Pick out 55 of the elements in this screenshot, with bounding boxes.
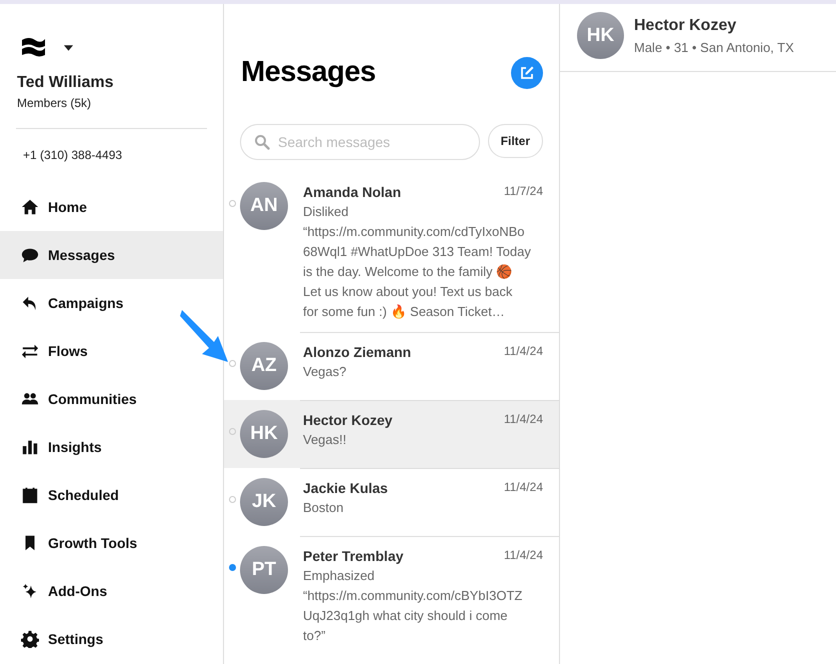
nav-item[interactable]: Settings <box>0 615 223 663</box>
message-preview: Vegas!! <box>303 431 348 449</box>
message-preview: Disliked “https://m.community.com/cdTyIxoNBo68Wql1 #WhatUpDoe 313 Team! Today is the day. Welcome to the family 🏀 Let us know about you! Text us back for some fun :) 🔥 Season Ticket… <box>303 203 532 321</box>
contact-name: Alonzo Ziemann <box>303 344 412 360</box>
contact-name: Hector Kozey <box>634 16 738 34</box>
search-field[interactable]: Search messages <box>240 124 480 160</box>
message-date: 11/4/24 <box>504 480 543 496</box>
edit-icon <box>519 64 535 80</box>
nav-item[interactable]: Flows <box>0 327 223 375</box>
avatar: HK <box>240 410 288 458</box>
message-date: 11/4/24 <box>504 344 543 360</box>
compose-button[interactable] <box>511 56 543 88</box>
avatar: HK <box>577 12 624 59</box>
caret-icon[interactable] <box>63 44 74 52</box>
swap-arrows-icon <box>21 342 39 360</box>
conversation-item[interactable]: JK Jackie Kulas 11/4/24 Boston <box>224 468 559 536</box>
pointer-arrow-icon <box>180 308 230 364</box>
message-date: 11/4/24 <box>504 548 543 564</box>
page-title: Messages <box>241 56 376 89</box>
contact-name: Amanda Nolan <box>303 184 402 200</box>
nav-item[interactable]: Growth Tools <box>0 519 223 567</box>
contact-name: Jackie Kulas <box>303 480 388 496</box>
home-icon <box>21 198 39 216</box>
nav-item[interactable]: Campaigns <box>0 279 223 327</box>
bar-chart-icon <box>21 438 39 456</box>
conversation-item[interactable]: PT Peter Tremblay 11/4/24 Emphasized “https://m.community.com/cBYbI3OTZUqJ23q1gh what city should i come to?” <box>224 536 559 656</box>
conversation-item[interactable]: HK Hector Kozey 11/4/24 Vegas!! <box>224 400 559 468</box>
avatar: AN <box>240 182 288 230</box>
sparkles-icon <box>21 582 39 600</box>
nav-item[interactable]: Insights <box>0 423 223 471</box>
conversation-item[interactable]: AZ Alonzo Ziemann 11/4/24 Vegas? <box>224 332 559 400</box>
nav-item[interactable]: Add-Ons <box>0 567 223 615</box>
nav-item[interactable]: Messages <box>0 231 223 279</box>
contact-details: Male • 31 • San Antonio, TX <box>634 40 794 54</box>
nav-item[interactable]: Home <box>0 183 223 231</box>
message-date: 11/7/24 <box>504 184 543 200</box>
account-name: Ted Williams <box>16 73 114 92</box>
avatar: AZ <box>240 342 288 390</box>
calendar-icon <box>21 486 39 504</box>
contact-name: Hector Kozey <box>303 412 392 428</box>
members-count: Members (5k) <box>16 95 92 110</box>
message-preview: Vegas? <box>303 363 348 381</box>
nav-item[interactable]: Communities <box>0 375 223 423</box>
phone-number: +1 (310) 388-4493 <box>22 147 124 162</box>
nav-item[interactable]: Scheduled <box>0 471 223 519</box>
settings-icon <box>21 630 39 648</box>
avatar: JK <box>240 478 288 526</box>
avatar: PT <box>240 546 288 594</box>
search-icon <box>254 134 270 150</box>
message-date: 11/4/24 <box>504 412 543 428</box>
chat-bubble-icon <box>21 246 39 264</box>
filter-button[interactable]: Filter <box>488 124 543 158</box>
contact-name: Peter Tremblay <box>303 548 404 564</box>
message-preview: Boston <box>303 499 344 517</box>
message-preview: Emphasized “https://m.community.com/cBYbI3OTZUqJ23q1gh what city should i come to?” <box>303 567 524 645</box>
